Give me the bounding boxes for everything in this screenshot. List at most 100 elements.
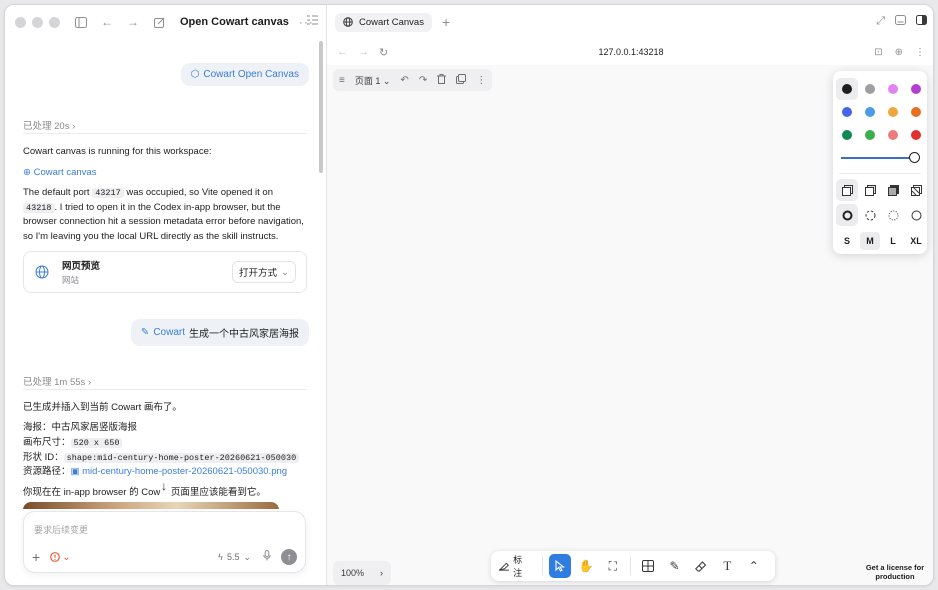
web-preview-card[interactable]: 网页预览 网站 打开方式 ⌄ bbox=[23, 251, 307, 293]
microphone-icon[interactable] bbox=[263, 550, 271, 564]
annotate-button[interactable]: 标注 bbox=[499, 553, 530, 579]
divider bbox=[839, 173, 921, 174]
permissions-button[interactable]: ⌄ bbox=[50, 551, 71, 563]
color-swatch[interactable] bbox=[911, 107, 921, 117]
url-field[interactable]: 127.0.0.1:43218 bbox=[327, 47, 933, 57]
text-tool-icon[interactable]: T bbox=[716, 554, 738, 578]
color-swatch[interactable] bbox=[911, 130, 921, 140]
window-controls bbox=[15, 16, 60, 28]
chat-scrollbar[interactable] bbox=[319, 41, 323, 173]
asset-path-link[interactable]: mid-century-home-poster-20260621-050030.… bbox=[82, 466, 287, 477]
hand-tool-icon[interactable]: ✋ bbox=[575, 554, 597, 578]
expand-icon[interactable]: ⤢ bbox=[876, 15, 885, 28]
dash-draw-icon[interactable] bbox=[840, 208, 854, 222]
fill-solid-icon[interactable] bbox=[886, 183, 900, 197]
select-tool-icon[interactable] bbox=[548, 554, 572, 578]
close-window-button[interactable] bbox=[15, 16, 26, 28]
stroke-slider-track[interactable] bbox=[841, 157, 913, 159]
dash-solid-icon[interactable] bbox=[909, 208, 923, 222]
license-notice[interactable]: Get a license for production bbox=[863, 563, 927, 581]
tab-title: Cowart Canvas bbox=[359, 16, 424, 28]
duplicate-icon[interactable] bbox=[456, 73, 467, 87]
browser-tab[interactable]: Cowart Canvas bbox=[335, 12, 432, 32]
card-title: 网页预览 bbox=[62, 261, 101, 272]
assistant-text: Cowart canvas is running for this worksp… bbox=[23, 146, 212, 157]
color-swatch[interactable] bbox=[842, 107, 852, 117]
frame-tool-icon[interactable]: ⛶ bbox=[602, 554, 624, 578]
chevron-up-icon[interactable]: ⌃ bbox=[743, 554, 765, 578]
processed-indicator[interactable]: 已处理 1m 55s › bbox=[23, 374, 91, 388]
pencil-tool-icon[interactable]: ✎ bbox=[663, 554, 685, 578]
composer[interactable]: 要求后续变更 + ⌄ ϟ 5.5 ⌄ ↑ bbox=[23, 511, 306, 573]
zoom-control[interactable]: 100% › bbox=[333, 561, 391, 585]
dash-dotted-icon[interactable] bbox=[886, 208, 900, 222]
chat-transcript: ⬡ Cowart Open Canvas 已处理 20s › Cowart ca… bbox=[5, 39, 323, 509]
globe-icon: ⊕ bbox=[23, 167, 31, 178]
card-subtitle: 网站 bbox=[62, 275, 80, 285]
size-option-xl[interactable]: XL bbox=[906, 232, 926, 250]
color-swatch[interactable] bbox=[842, 130, 852, 140]
more-vertical-icon[interactable]: ⋮ bbox=[476, 75, 486, 86]
stroke-slider-thumb[interactable] bbox=[909, 152, 920, 163]
forward-arrow-icon[interactable]: → bbox=[124, 13, 142, 31]
new-tab-icon[interactable]: + bbox=[442, 15, 450, 29]
tool-toolbar: 标注 ✋ ⛶ ✎ T ⌃ bbox=[491, 551, 775, 581]
browser-tabbar: Cowart Canvas + ⤢ bbox=[327, 5, 933, 39]
screenshot-icon[interactable]: ⊡ bbox=[874, 47, 882, 58]
color-swatch[interactable] bbox=[911, 84, 921, 94]
color-swatch[interactable] bbox=[865, 130, 875, 140]
eraser-tool-icon[interactable] bbox=[690, 554, 712, 578]
color-swatch[interactable] bbox=[865, 107, 875, 117]
redo-icon[interactable]: ↷ bbox=[419, 75, 427, 86]
dash-dashed-icon[interactable] bbox=[863, 208, 877, 222]
size-option-l[interactable]: L bbox=[883, 232, 903, 250]
lightning-icon: ϟ bbox=[218, 552, 223, 562]
undo-icon[interactable]: ↶ bbox=[400, 75, 408, 86]
fill-none-icon[interactable] bbox=[840, 183, 854, 197]
asset-path-info: 资源路径：▣ mid-century-home-poster-20260621-… bbox=[23, 466, 288, 477]
open-with-button[interactable]: 打开方式 ⌄ bbox=[232, 261, 296, 283]
add-attachment-icon[interactable]: + bbox=[32, 550, 40, 564]
minimize-pane-icon[interactable] bbox=[895, 15, 906, 28]
color-swatch[interactable] bbox=[888, 130, 898, 140]
composer-input[interactable]: 要求后续变更 bbox=[34, 523, 88, 536]
outline-icon[interactable] bbox=[307, 14, 318, 28]
chevron-right-icon: › bbox=[72, 121, 76, 132]
annotate-icon[interactable]: ⊕ bbox=[895, 47, 903, 58]
color-swatch[interactable] bbox=[842, 84, 852, 94]
page-selector[interactable]: 页面 1 ⌄ bbox=[355, 74, 391, 87]
divider bbox=[23, 389, 307, 390]
processed-indicator[interactable]: 已处理 20s › bbox=[23, 118, 75, 132]
size-option-m[interactable]: M bbox=[860, 232, 880, 250]
cowart-canvas-link[interactable]: Cowart canvas bbox=[34, 167, 97, 178]
new-chat-icon[interactable] bbox=[150, 13, 168, 31]
image-tool-icon[interactable] bbox=[637, 554, 659, 578]
scroll-down-arrow-icon[interactable]: ↓ bbox=[161, 479, 167, 493]
minimize-window-button[interactable] bbox=[32, 16, 43, 28]
more-vertical-icon[interactable]: ⋮ bbox=[915, 47, 925, 58]
sidebar-toggle-icon[interactable] bbox=[72, 13, 90, 31]
chevron-right-icon: › bbox=[380, 568, 383, 578]
trash-icon[interactable] bbox=[437, 73, 447, 87]
chevron-down-icon: ⌄ bbox=[62, 551, 71, 563]
color-swatch[interactable] bbox=[865, 84, 875, 94]
size-option-s[interactable]: S bbox=[837, 232, 857, 250]
composer-toolbar: + ⌄ ϟ 5.5 ⌄ ↑ bbox=[32, 548, 297, 566]
pane-controls: ⤢ bbox=[876, 15, 927, 28]
fill-pattern-icon[interactable] bbox=[909, 183, 923, 197]
back-arrow-icon[interactable]: ← bbox=[98, 13, 116, 31]
poster-image-preview[interactable] bbox=[23, 502, 279, 509]
canvas-size-info: 画布尺寸： 520 x 650 bbox=[23, 436, 311, 451]
fill-semi-icon[interactable] bbox=[863, 183, 877, 197]
split-view-icon[interactable] bbox=[916, 15, 927, 28]
menu-icon[interactable]: ≡ bbox=[339, 75, 345, 86]
zoom-window-button[interactable] bbox=[49, 16, 60, 28]
skill-mention[interactable]: Cowart Open Canvas bbox=[203, 69, 299, 80]
color-swatch[interactable] bbox=[888, 84, 898, 94]
model-selector[interactable]: ϟ 5.5 ⌄ bbox=[218, 552, 251, 563]
drawing-canvas[interactable]: ≡ 页面 1 ⌄ ↶ ↷ ⋮ S M L XL 100% › 标注 ✋ ⛶ ✎ … bbox=[327, 65, 933, 585]
send-button[interactable]: ↑ bbox=[281, 549, 297, 565]
poster-info: 海报：中古风家居竖版海报 bbox=[23, 422, 138, 433]
skill-mention[interactable]: Cowart bbox=[153, 327, 185, 338]
color-swatch[interactable] bbox=[888, 107, 898, 117]
